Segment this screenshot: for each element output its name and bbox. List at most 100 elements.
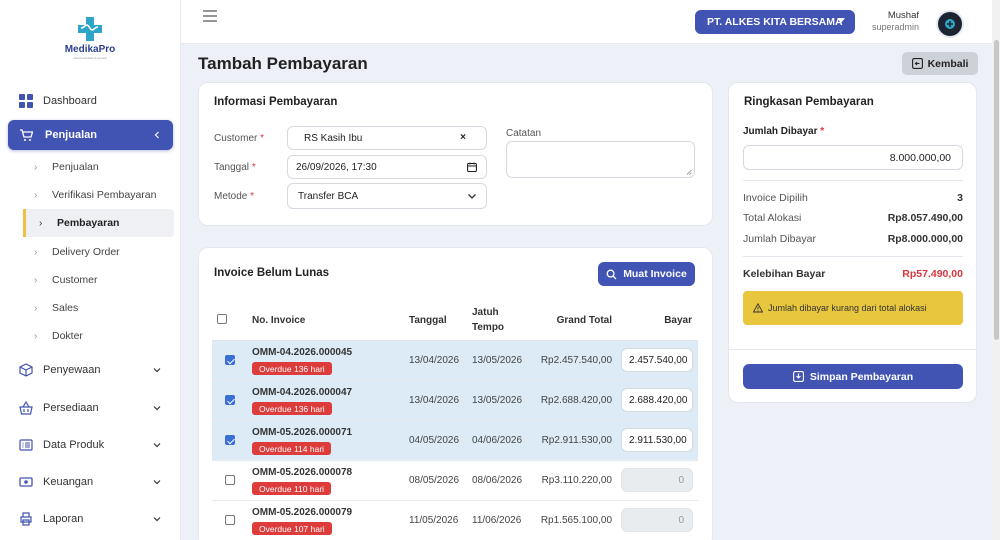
customer-label: Customer * bbox=[214, 133, 265, 144]
chevron-down-icon bbox=[153, 443, 161, 448]
sidebar-subitem-label: Sales bbox=[52, 302, 79, 314]
chevron-right-icon: › bbox=[34, 302, 38, 314]
col-header-grand-total: Grand Total bbox=[556, 315, 612, 326]
chevron-left-icon bbox=[154, 131, 159, 139]
invoice-date: 13/04/2026 bbox=[409, 395, 460, 406]
row-checkbox[interactable] bbox=[225, 515, 235, 525]
chevron-right-icon: › bbox=[34, 246, 38, 258]
sidebar-subitem-label: Delivery Order bbox=[52, 246, 120, 258]
calendar-icon[interactable] bbox=[467, 162, 477, 172]
sidebar-subitem-customer[interactable]: › Customer bbox=[0, 267, 181, 293]
row-checkbox[interactable] bbox=[225, 355, 235, 365]
sidebar-item-label: Dashboard bbox=[43, 95, 97, 107]
chevron-right-icon: › bbox=[39, 217, 43, 229]
chevron-down-icon bbox=[153, 406, 161, 411]
user-name: Mushaf bbox=[887, 10, 919, 21]
warning-alert: Jumlah dibayar kurang dari total alokasi bbox=[743, 291, 963, 325]
chevron-down-icon bbox=[153, 517, 161, 522]
jumlah-dibayar-summary-value: Rp8.000.000,00 bbox=[887, 233, 963, 245]
caret-down-icon bbox=[837, 18, 845, 23]
sidebar-item-label: Persediaan bbox=[43, 402, 99, 414]
sidebar-item-label: Penjualan bbox=[45, 129, 97, 141]
metode-value: Transfer BCA bbox=[298, 190, 359, 202]
customer-value: RS Kasih Ibu bbox=[304, 132, 363, 144]
tanggal-input[interactable]: 26/09/2026, 17:30 bbox=[287, 155, 487, 179]
sidebar-subitem-label: Verifikasi Pembayaran bbox=[52, 189, 157, 201]
invoice-dipilih-label: Invoice Dipilih bbox=[743, 192, 808, 204]
pay-amount-input[interactable]: 2.911.530,00 bbox=[621, 428, 693, 452]
tanggal-value: 26/09/2026, 17:30 bbox=[296, 161, 377, 173]
logo-text: MedikaPro bbox=[64, 44, 116, 55]
warning-icon bbox=[753, 303, 763, 313]
table-row[interactable]: OMM-04.2026.000047 Overdue 136 hari 13/0… bbox=[212, 381, 698, 421]
jumlah-dibayar-summary-label: Jumlah Dibayar bbox=[743, 233, 816, 245]
jumlah-dibayar-input[interactable]: 8.000.000,00 bbox=[743, 145, 963, 170]
load-invoice-button[interactable]: Muat Invoice bbox=[598, 262, 695, 286]
grand-total: Rp2.457.540,00 bbox=[540, 355, 612, 366]
row-checkbox[interactable] bbox=[225, 395, 235, 405]
sidebar-subitem-dokter[interactable]: › Dokter bbox=[0, 323, 181, 349]
pay-amount-input[interactable]: 2.688.420,00 bbox=[621, 388, 693, 412]
sidebar-item-dashboard[interactable]: Dashboard bbox=[0, 86, 181, 116]
sidebar-subitem-delivery-order[interactable]: › Delivery Order bbox=[0, 239, 181, 265]
box-icon bbox=[19, 363, 33, 377]
sidebar-item-laporan[interactable]: Laporan bbox=[0, 504, 181, 534]
table-row[interactable]: OMM-05.2026.000071 Overdue 114 hari 04/0… bbox=[212, 421, 698, 461]
sidebar-item-penyewaan[interactable]: Penyewaan bbox=[0, 355, 181, 385]
pay-amount-input[interactable]: 0 bbox=[621, 468, 693, 492]
resize-handle-icon[interactable] bbox=[686, 169, 692, 175]
user-role: superadmin bbox=[871, 22, 919, 32]
invoice-number: OMM-05.2026.000071 bbox=[252, 427, 353, 438]
jumlah-dibayar-label: Jumlah Dibayar * bbox=[743, 126, 825, 137]
sidebar-subitem-verifikasi-pembayaran[interactable]: › Verifikasi Pembayaran bbox=[0, 182, 181, 208]
save-payment-button[interactable]: Simpan Pembayaran bbox=[743, 364, 963, 389]
invoice-date: 11/05/2026 bbox=[409, 515, 459, 526]
total-alokasi-label: Total Alokasi bbox=[743, 212, 802, 224]
sidebar-item-label: Keuangan bbox=[43, 476, 94, 488]
overdue-badge: Overdue 136 hari bbox=[252, 362, 332, 375]
metode-select[interactable]: Transfer BCA bbox=[287, 183, 487, 209]
scrollbar-thumb[interactable] bbox=[994, 40, 999, 340]
sidebar-subitem-label: Penjualan bbox=[52, 161, 99, 173]
sidebar-item-label: Penyewaan bbox=[43, 364, 101, 376]
kelebihan-bayar-value: Rp57.490,00 bbox=[902, 268, 963, 280]
due-date: 04/06/2026 bbox=[472, 435, 523, 446]
load-invoice-label: Muat Invoice bbox=[623, 268, 687, 280]
printer-icon bbox=[20, 512, 32, 526]
sidebar-item-keuangan[interactable]: Keuangan bbox=[0, 467, 181, 497]
total-alokasi-value: Rp8.057.490,00 bbox=[887, 212, 963, 224]
basket-icon bbox=[19, 401, 33, 415]
sidebar-subitem-pembayaran[interactable]: › Pembayaran bbox=[23, 209, 174, 237]
sidebar-item-penjualan[interactable]: Penjualan bbox=[8, 120, 173, 150]
catatan-textarea[interactable] bbox=[506, 141, 695, 178]
medical-cross-icon bbox=[78, 17, 102, 41]
select-all-checkbox[interactable] bbox=[217, 314, 227, 324]
chevron-down-icon bbox=[468, 194, 476, 199]
pay-amount-input[interactable]: 2.457.540,00 bbox=[621, 348, 693, 372]
invoice-dipilih-value: 3 bbox=[957, 192, 963, 204]
table-row[interactable]: OMM-05.2026.000079 Overdue 107 hari 11/0… bbox=[212, 501, 698, 540]
sidebar-item-data-produk[interactable]: Data Produk bbox=[0, 430, 181, 460]
company-selector[interactable]: PT. ALKES KITA BERSAMA bbox=[695, 10, 855, 34]
avatar[interactable] bbox=[936, 10, 964, 38]
due-date: 13/05/2026 bbox=[472, 395, 523, 406]
back-button[interactable]: Kembali bbox=[902, 52, 978, 75]
tanggal-label: Tanggal * bbox=[214, 162, 256, 173]
sidebar-subitem-penjualan[interactable]: › Penjualan bbox=[0, 154, 181, 180]
sidebar-item-persediaan[interactable]: Persediaan bbox=[0, 393, 181, 423]
sidebar-subitem-label: Pembayaran bbox=[57, 217, 120, 229]
col-header-tanggal: Tanggal bbox=[409, 315, 447, 326]
back-button-label: Kembali bbox=[927, 57, 969, 70]
sidebar-subitem-sales[interactable]: › Sales bbox=[0, 295, 181, 321]
row-checkbox[interactable] bbox=[225, 435, 235, 445]
table-row[interactable]: OMM-05.2026.000078 Overdue 110 hari 08/0… bbox=[212, 461, 698, 501]
invoice-date: 04/05/2026 bbox=[409, 435, 460, 446]
table-row[interactable]: OMM-04.2026.000045 Overdue 136 hari 13/0… bbox=[212, 341, 698, 381]
dashboard-icon bbox=[19, 94, 33, 108]
menu-icon[interactable] bbox=[203, 10, 217, 22]
clear-icon[interactable]: × bbox=[460, 132, 466, 143]
customer-select[interactable]: RS Kasih Ibu × bbox=[287, 126, 487, 150]
pay-amount-input[interactable]: 0 bbox=[621, 508, 693, 532]
row-checkbox[interactable] bbox=[225, 475, 235, 485]
app-logo[interactable]: MedikaPro Alat Kesehatan & Apotek bbox=[58, 16, 122, 64]
